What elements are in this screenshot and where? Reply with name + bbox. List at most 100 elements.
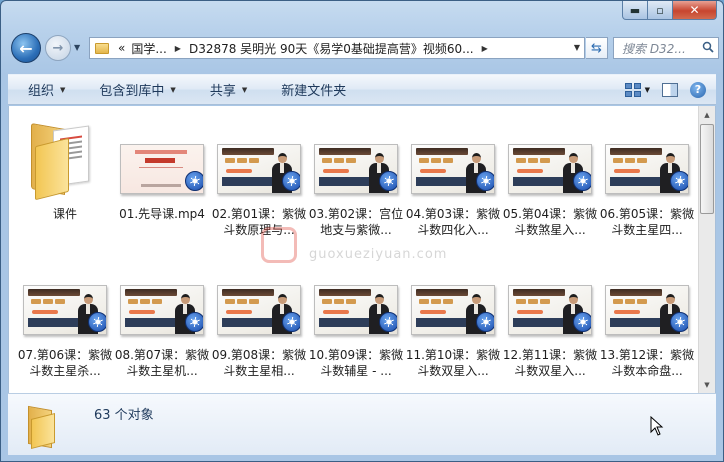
new-folder-button[interactable]: 新建文件夹 xyxy=(261,80,360,99)
media-player-icon xyxy=(282,312,300,332)
file-name: 11.第10课：紫微斗数双星入... xyxy=(405,348,501,378)
new-folder-label: 新建文件夹 xyxy=(281,84,347,99)
media-player-icon xyxy=(476,171,494,191)
file-item[interactable]: 07.第06课：紫微斗数主星杀... xyxy=(17,255,113,385)
organize-menu[interactable]: 组织 ▼ xyxy=(8,80,79,99)
recent-pages-dropdown[interactable]: ▼ xyxy=(74,43,80,52)
file-name: 07.第06课：紫微斗数主星杀... xyxy=(17,348,113,378)
scrollbar-thumb[interactable] xyxy=(700,124,714,214)
video-thumbnail xyxy=(217,285,301,335)
file-name: 06.第05课：紫微斗数主星四... xyxy=(599,207,695,237)
item-count: 63 个对象 xyxy=(94,408,154,423)
file-item[interactable]: 06.第05课：紫微斗数主星四... xyxy=(599,114,695,244)
window-caption-buttons: ▬ ▫ ✕ xyxy=(622,1,717,21)
include-in-library-menu[interactable]: 包含到库中 ▼ xyxy=(79,80,189,99)
media-player-icon xyxy=(282,171,300,191)
vertical-scrollbar[interactable]: ▲ ▼ xyxy=(698,106,715,393)
file-item[interactable]: 11.第10课：紫微斗数双星入... xyxy=(405,255,501,385)
share-label: 共享 xyxy=(209,84,236,99)
file-name: 课件 xyxy=(52,207,77,221)
file-name: 04.第03课：紫微斗数四化入... xyxy=(405,207,501,237)
file-item[interactable]: 05.第04课：紫微斗数煞星入... xyxy=(502,114,598,244)
maximize-button[interactable]: ▫ xyxy=(648,1,673,20)
address-overflow[interactable]: « xyxy=(115,41,128,55)
scroll-down-icon[interactable]: ▼ xyxy=(699,376,715,393)
file-name: 13.第12课：紫微斗数本命盘... xyxy=(599,348,695,378)
command-bar: 组织 ▼ 包含到库中 ▼ 共享 ▼ 新建文件夹 ▼ ? xyxy=(8,74,716,105)
back-button[interactable]: ← xyxy=(11,33,41,63)
video-thumbnail xyxy=(508,285,592,335)
media-player-icon xyxy=(185,312,203,332)
explorer-window: ▬ ▫ ✕ ← → ▼ « 国学... ▶ D32878 吴明光 90天《易学0… xyxy=(0,0,724,462)
chevron-down-icon: ▼ xyxy=(60,85,66,94)
back-arrow-icon: ← xyxy=(19,38,33,58)
media-player-icon xyxy=(476,312,494,332)
details-pane: 63 个对象 xyxy=(8,393,716,455)
file-item[interactable]: 01.先导课.mp4 xyxy=(114,114,210,244)
search-icon[interactable] xyxy=(702,41,714,53)
file-name: 01.先导课.mp4 xyxy=(119,207,205,221)
forward-arrow-icon: → xyxy=(52,40,64,56)
address-dropdown-icon[interactable]: ▼ xyxy=(574,43,580,52)
search-input[interactable]: 搜索 D32... xyxy=(613,37,719,59)
minimize-button[interactable]: ▬ xyxy=(622,1,648,20)
breadcrumb-segment[interactable]: 国学... xyxy=(128,40,169,57)
video-thumbnail xyxy=(120,144,204,194)
file-item[interactable]: 02.第01课：紫微斗数原理与... xyxy=(211,114,307,244)
file-name: 10.第09课：紫微斗数辅星 - ... xyxy=(308,348,404,378)
file-item[interactable]: 04.第03课：紫微斗数四化入... xyxy=(405,114,501,244)
folder-icon xyxy=(95,42,109,54)
search-placeholder: 搜索 D32... xyxy=(622,41,686,56)
video-thumbnail xyxy=(605,285,689,335)
forward-button[interactable]: → xyxy=(45,35,71,61)
breadcrumb-arrow-icon[interactable]: ▶ xyxy=(477,44,493,53)
chevron-down-icon: ▼ xyxy=(170,85,176,94)
video-thumbnail xyxy=(411,144,495,194)
help-icon[interactable]: ? xyxy=(690,81,706,98)
file-name: 03.第02课：宫位地支与紫微... xyxy=(308,207,404,237)
video-thumbnail xyxy=(217,144,301,194)
file-item[interactable]: 09.第08课：紫微斗数主星相... xyxy=(211,255,307,385)
address-bar[interactable]: « 国学... ▶ D32878 吴明光 90天《易学0基础提高营》视频60..… xyxy=(89,37,585,59)
refresh-button[interactable]: ⇆ xyxy=(586,37,608,59)
video-thumbnail xyxy=(314,144,398,194)
file-item[interactable]: 03.第02课：宫位地支与紫微... xyxy=(308,114,404,244)
media-player-icon xyxy=(670,312,688,332)
folder-icon xyxy=(31,118,95,201)
scroll-up-icon[interactable]: ▲ xyxy=(699,106,715,123)
file-name: 02.第01课：紫微斗数原理与... xyxy=(211,207,307,237)
share-menu[interactable]: 共享 ▼ xyxy=(190,80,261,99)
file-item[interactable]: 13.第12课：紫微斗数本命盘... xyxy=(599,255,695,385)
media-player-icon xyxy=(379,312,397,332)
folder-item[interactable]: 课件 xyxy=(17,114,113,244)
media-player-icon xyxy=(573,171,591,191)
video-thumbnail xyxy=(120,285,204,335)
media-player-icon xyxy=(573,312,591,332)
file-list: 课件 01.先导课.mp4 02.第01课：紫微斗数原理与... 03.第02课：宫位… xyxy=(8,106,716,393)
mouse-cursor-icon xyxy=(650,416,664,436)
navigation-bar: ← → ▼ « 国学... ▶ D32878 吴明光 90天《易学0基础提高营》… xyxy=(7,31,719,67)
video-thumbnail xyxy=(314,285,398,335)
chevron-down-icon: ▼ xyxy=(241,85,248,94)
video-thumbnail xyxy=(605,144,689,194)
file-name: 05.第04课：紫微斗数煞星入... xyxy=(502,207,598,237)
file-item[interactable]: 10.第09课：紫微斗数辅星 - ... xyxy=(308,255,404,385)
breadcrumb-segment[interactable]: D32878 吴明光 90天《易学0基础提高营》视频60... xyxy=(186,40,477,57)
close-button[interactable]: ✕ xyxy=(673,1,717,20)
file-item[interactable]: 12.第11课：紫微斗数双星入... xyxy=(502,255,598,385)
video-thumbnail xyxy=(508,144,592,194)
folder-icon xyxy=(28,402,72,449)
file-item[interactable]: 08.第07课：紫微斗数主星机... xyxy=(114,255,210,385)
media-player-icon xyxy=(185,171,203,191)
change-view-icon[interactable] xyxy=(624,82,641,97)
media-player-icon xyxy=(379,171,397,191)
breadcrumb-arrow-icon[interactable]: ▶ xyxy=(170,44,186,53)
video-thumbnail xyxy=(411,285,495,335)
video-thumbnail xyxy=(23,285,107,335)
organize-label: 组织 xyxy=(28,84,55,99)
view-dropdown-icon[interactable]: ▼ xyxy=(645,86,650,94)
preview-pane-icon[interactable] xyxy=(662,82,678,97)
include-library-label: 包含到库中 xyxy=(99,84,165,99)
file-name: 09.第08课：紫微斗数主星相... xyxy=(211,348,307,378)
refresh-icon: ⇆ xyxy=(591,40,602,56)
